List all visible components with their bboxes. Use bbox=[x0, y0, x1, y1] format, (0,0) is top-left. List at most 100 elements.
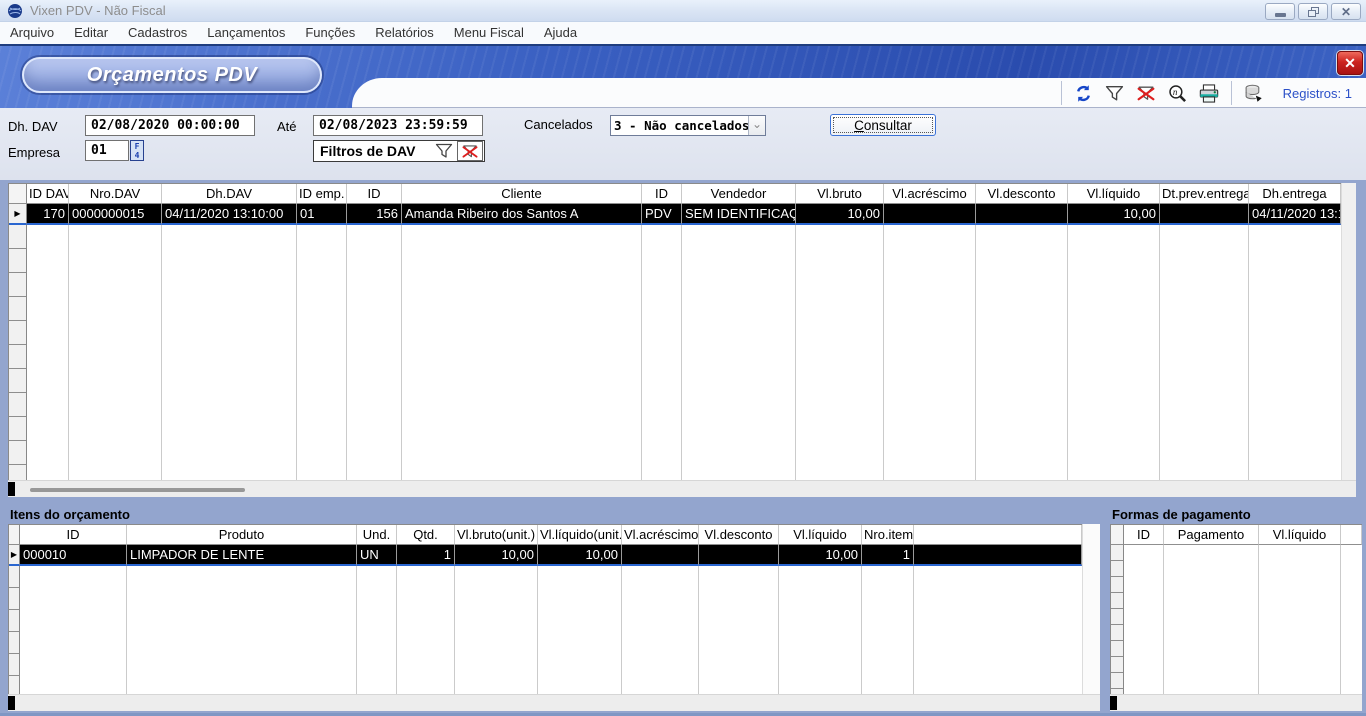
orcamentos-grid[interactable]: ID DAVNro.DAVDh.DAVID emp.IDClienteIDVen… bbox=[8, 183, 1341, 480]
column-header[interactable]: Vl.bruto(unit.) bbox=[455, 525, 538, 545]
cancelados-select[interactable]: 3 - Não cancelados ⌄ bbox=[610, 115, 766, 136]
column-header[interactable]: Vl.acréscimo bbox=[884, 184, 976, 204]
grid-cell[interactable]: 04/11/2020 13:11 bbox=[1249, 204, 1341, 225]
dh-dav-input[interactable] bbox=[85, 115, 255, 136]
grid-cell[interactable]: 10,00 bbox=[796, 204, 884, 225]
column-header[interactable]: Vl.líquido bbox=[779, 525, 862, 545]
menu-relatorios[interactable]: Relatórios bbox=[365, 22, 444, 44]
column-header[interactable]: Vl.bruto bbox=[796, 184, 884, 204]
close-form-button[interactable]: ✕ bbox=[1337, 51, 1363, 75]
column-header[interactable] bbox=[914, 525, 1082, 545]
chevron-down-icon[interactable]: ⌄ bbox=[748, 116, 765, 135]
filter-clear-button[interactable] bbox=[1130, 85, 1162, 102]
grid-cell[interactable] bbox=[622, 545, 699, 566]
column-header[interactable]: Nro.DAV bbox=[69, 184, 162, 204]
column-header[interactable]: Qtd. bbox=[397, 525, 455, 545]
window-close-button[interactable]: ✕ bbox=[1331, 3, 1361, 20]
grid-body-column bbox=[1111, 545, 1124, 694]
ate-input[interactable] bbox=[313, 115, 483, 136]
itens-horizontal-scrollbar[interactable] bbox=[8, 694, 1100, 711]
consultar-button[interactable]: Consultar bbox=[830, 114, 936, 136]
itens-vertical-scrollbar[interactable] bbox=[1082, 524, 1100, 694]
grid-body-column bbox=[397, 566, 455, 694]
grid-cell[interactable]: 10,00 bbox=[779, 545, 862, 566]
empresa-lookup-f4-button[interactable]: F4 bbox=[130, 140, 144, 161]
column-header[interactable]: ID emp. bbox=[297, 184, 347, 204]
dav-filter-button[interactable] bbox=[431, 141, 457, 161]
grid-cell[interactable]: 156 bbox=[347, 204, 402, 225]
column-header[interactable]: ID bbox=[642, 184, 682, 204]
pagamentos-horizontal-scrollbar[interactable] bbox=[1110, 694, 1362, 711]
grid-cell[interactable]: 170 bbox=[27, 204, 69, 225]
print-button[interactable] bbox=[1193, 84, 1225, 103]
column-header[interactable]: ID bbox=[1124, 525, 1164, 545]
database-button[interactable] bbox=[1238, 84, 1269, 103]
grid-cell[interactable] bbox=[884, 204, 976, 225]
grid-cell[interactable]: 04/11/2020 13:10:00 bbox=[162, 204, 297, 225]
grid-body-column bbox=[884, 225, 976, 480]
refresh-button[interactable] bbox=[1068, 84, 1099, 103]
grid-body-column bbox=[1259, 545, 1341, 694]
grid-cell[interactable]: Amanda Ribeiro dos Santos A bbox=[402, 204, 642, 225]
empresa-input[interactable] bbox=[85, 140, 129, 161]
grid-cell[interactable]: 10,00 bbox=[1068, 204, 1160, 225]
grid-cell[interactable]: 0000000015 bbox=[69, 204, 162, 225]
grid-cell[interactable] bbox=[1160, 204, 1249, 225]
column-header[interactable]: Pagamento bbox=[1164, 525, 1259, 545]
menu-editar[interactable]: Editar bbox=[64, 22, 118, 44]
column-header[interactable]: Vl.líquido(unit.) bbox=[538, 525, 622, 545]
column-header[interactable]: Vendedor bbox=[682, 184, 796, 204]
grid-cell[interactable]: 000010 bbox=[20, 545, 127, 566]
grid-cell[interactable] bbox=[976, 204, 1068, 225]
menu-menu-fiscal[interactable]: Menu Fiscal bbox=[444, 22, 534, 44]
grid-cell[interactable]: 1 bbox=[397, 545, 455, 566]
zoom-button[interactable]: n bbox=[1162, 84, 1193, 103]
grid-body-column bbox=[347, 225, 402, 480]
grid-cell[interactable]: LIMPADOR DE LENTE bbox=[127, 545, 357, 566]
grid-cell[interactable]: 1 bbox=[862, 545, 914, 566]
grid-cell[interactable] bbox=[914, 545, 1082, 566]
minimize-button[interactable] bbox=[1265, 3, 1295, 20]
column-header[interactable]: Und. bbox=[357, 525, 397, 545]
column-header[interactable]: Vl.desconto bbox=[976, 184, 1068, 204]
grid-cell[interactable] bbox=[699, 545, 779, 566]
column-header[interactable]: Vl.líquido bbox=[1068, 184, 1160, 204]
column-header[interactable]: Dt.prev.entrega bbox=[1160, 184, 1249, 204]
grid-cell[interactable]: SEM IDENTIFICAÇÃO bbox=[682, 204, 796, 225]
grid-cell[interactable]: 10,00 bbox=[538, 545, 622, 566]
menu-arquivo[interactable]: Arquivo bbox=[0, 22, 64, 44]
restore-button[interactable] bbox=[1298, 3, 1328, 20]
column-header[interactable]: ID DAV bbox=[27, 184, 69, 204]
column-header[interactable]: Dh.entrega bbox=[1249, 184, 1341, 204]
orcamentos-vertical-scrollbar[interactable] bbox=[1341, 183, 1356, 480]
column-header[interactable]: Dh.DAV bbox=[162, 184, 297, 204]
column-header[interactable]: Vl.líquido bbox=[1259, 525, 1341, 545]
pagamentos-grid[interactable]: IDPagamentoVl.líquido bbox=[1110, 524, 1362, 694]
grid-body-column bbox=[622, 566, 699, 694]
title-bar: Vixen PDV - Não Fiscal ✕ bbox=[0, 0, 1366, 22]
dav-filter-clear-button[interactable] bbox=[457, 141, 483, 161]
grid-cell[interactable]: 10,00 bbox=[455, 545, 538, 566]
column-header[interactable]: Produto bbox=[127, 525, 357, 545]
column-header[interactable] bbox=[1341, 525, 1362, 545]
menu-cadastros[interactable]: Cadastros bbox=[118, 22, 197, 44]
menu-funcoes[interactable]: Funções bbox=[295, 22, 365, 44]
grid-cell[interactable]: UN bbox=[357, 545, 397, 566]
itens-title: Itens do orçamento bbox=[10, 507, 130, 522]
menu-lancamentos[interactable]: Lançamentos bbox=[197, 22, 295, 44]
orcamentos-horizontal-scrollbar[interactable] bbox=[8, 480, 1356, 497]
column-header[interactable]: Vl.acréscimo bbox=[622, 525, 699, 545]
grid-cell[interactable]: PDV bbox=[642, 204, 682, 225]
column-header[interactable]: Nro.item bbox=[862, 525, 914, 545]
itens-grid[interactable]: IDProdutoUnd.Qtd.Vl.bruto(unit.)Vl.líqui… bbox=[8, 524, 1082, 694]
column-header[interactable]: Cliente bbox=[402, 184, 642, 204]
grid-cell[interactable]: 01 bbox=[297, 204, 347, 225]
gutter-box bbox=[9, 297, 26, 321]
column-header[interactable]: Vl.desconto bbox=[699, 525, 779, 545]
content-area: ID DAVNro.DAVDh.DAVID emp.IDClienteIDVen… bbox=[0, 180, 1366, 716]
filter-button[interactable] bbox=[1099, 85, 1130, 102]
menu-ajuda[interactable]: Ajuda bbox=[534, 22, 587, 44]
column-header[interactable]: ID bbox=[347, 184, 402, 204]
column-header[interactable]: ID bbox=[20, 525, 127, 545]
scrollbar-thumb[interactable] bbox=[30, 488, 245, 492]
